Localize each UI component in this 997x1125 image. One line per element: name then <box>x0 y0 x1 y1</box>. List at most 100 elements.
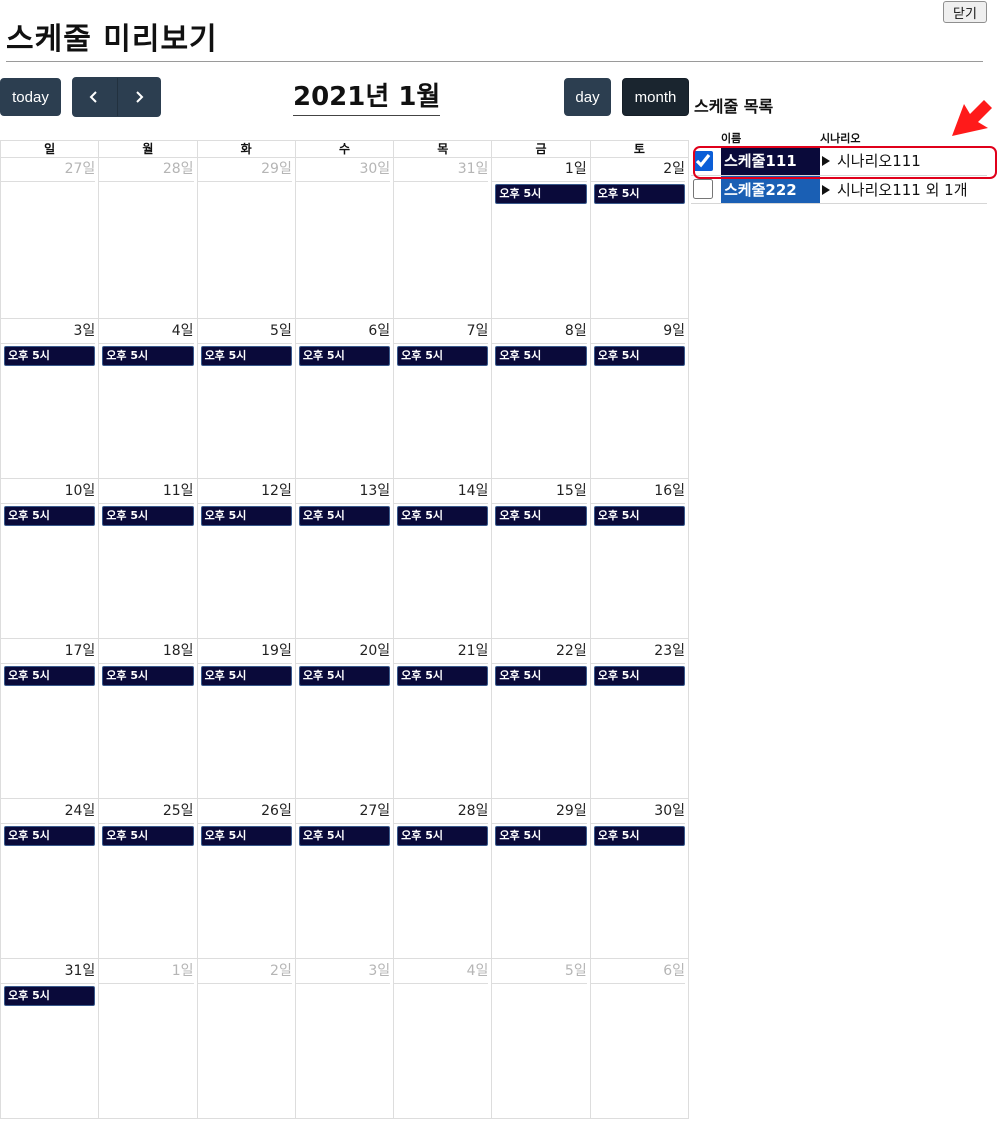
calendar-day-cell[interactable]: 23일 오후 5시 <box>590 639 689 799</box>
calendar-day-cell[interactable]: 16일 오후 5시 <box>590 479 689 639</box>
calendar-day-cell[interactable]: 31일 오후 5시 <box>1 959 100 1119</box>
calendar-event[interactable]: 오후 5시 <box>200 506 292 526</box>
calendar-event[interactable]: 오후 5시 <box>495 184 587 204</box>
prev-button[interactable] <box>72 77 117 117</box>
calendar-day-cell[interactable]: 1일 <box>99 959 198 1119</box>
calendar-day-cell[interactable]: 10일 오후 5시 <box>1 479 100 639</box>
day-number[interactable]: 9일 <box>590 320 685 344</box>
calendar-day-cell[interactable]: 6일 <box>590 959 689 1119</box>
calendar-day-cell[interactable]: 30일 <box>295 157 395 319</box>
day-number[interactable]: 29일 <box>197 158 292 182</box>
schedule-name[interactable]: 스케줄111 <box>721 147 820 176</box>
calendar-day-cell[interactable]: 25일 오후 5시 <box>99 799 198 959</box>
calendar-event[interactable]: 오후 5시 <box>397 346 489 366</box>
scenario-cell[interactable]: 시나리오111 외 1개 <box>820 175 987 204</box>
day-number[interactable]: 22일 <box>492 640 587 664</box>
expand-triangle-icon[interactable] <box>822 156 830 167</box>
day-number[interactable]: 28일 <box>394 800 489 824</box>
calendar-event[interactable]: 오후 5시 <box>200 346 292 366</box>
calendar-event[interactable]: 오후 5시 <box>4 986 96 1006</box>
day-number[interactable]: 15일 <box>492 480 587 504</box>
calendar-day-cell[interactable]: 8일 오후 5시 <box>492 319 591 479</box>
calendar-event[interactable]: 오후 5시 <box>593 506 685 526</box>
day-number[interactable]: 6일 <box>590 960 685 984</box>
calendar-event[interactable]: 오후 5시 <box>298 506 391 526</box>
calendar-day-cell[interactable]: 18일 오후 5시 <box>99 639 198 799</box>
calendar-event[interactable]: 오후 5시 <box>298 666 391 686</box>
calendar-event[interactable]: 오후 5시 <box>102 506 194 526</box>
day-number[interactable]: 2일 <box>590 158 685 182</box>
calendar-day-cell[interactable]: 21일 오후 5시 <box>394 639 493 799</box>
calendar-day-cell[interactable]: 4일 <box>394 959 493 1119</box>
day-number[interactable]: 4일 <box>394 960 489 984</box>
calendar-event[interactable]: 오후 5시 <box>298 826 391 846</box>
day-number[interactable]: 24일 <box>1 800 96 824</box>
calendar-day-cell[interactable]: 2일 오후 5시 <box>590 157 689 319</box>
calendar-day-cell[interactable]: 24일 오후 5시 <box>1 799 100 959</box>
calendar-day-cell[interactable]: 20일 오후 5시 <box>295 639 395 799</box>
day-number[interactable]: 31일 <box>394 158 489 182</box>
calendar-event[interactable]: 오후 5시 <box>495 826 587 846</box>
calendar-day-cell[interactable]: 30일 오후 5시 <box>590 799 689 959</box>
day-number[interactable]: 5일 <box>197 320 292 344</box>
table-row[interactable]: 스케줄222 시나리오111 외 1개 <box>691 175 987 204</box>
calendar-day-cell[interactable]: 22일 오후 5시 <box>492 639 591 799</box>
calendar-day-cell[interactable]: 26일 오후 5시 <box>197 799 296 959</box>
calendar-event[interactable]: 오후 5시 <box>200 666 292 686</box>
day-view-button[interactable]: day <box>564 78 611 116</box>
calendar-day-cell[interactable]: 3일 <box>295 959 395 1119</box>
day-number[interactable]: 3일 <box>1 320 96 344</box>
day-number[interactable]: 18일 <box>99 640 194 664</box>
calendar-day-cell[interactable]: 4일 오후 5시 <box>99 319 198 479</box>
calendar-day-cell[interactable]: 19일 오후 5시 <box>197 639 296 799</box>
calendar-event[interactable]: 오후 5시 <box>4 506 96 526</box>
calendar-day-cell[interactable]: 1일 오후 5시 <box>492 157 591 319</box>
calendar-event[interactable]: 오후 5시 <box>593 666 685 686</box>
calendar-day-cell[interactable]: 5일 <box>492 959 591 1119</box>
month-view-button[interactable]: month <box>622 78 689 116</box>
calendar-event[interactable]: 오후 5시 <box>593 184 685 204</box>
calendar-day-cell[interactable]: 11일 오후 5시 <box>99 479 198 639</box>
day-number[interactable]: 7일 <box>394 320 489 344</box>
day-number[interactable]: 29일 <box>492 800 587 824</box>
calendar-day-cell[interactable]: 27일 <box>1 157 100 319</box>
calendar-day-cell[interactable]: 17일 오후 5시 <box>1 639 100 799</box>
calendar-day-cell[interactable]: 28일 오후 5시 <box>394 799 493 959</box>
day-number[interactable]: 26일 <box>197 800 292 824</box>
day-number[interactable]: 1일 <box>99 960 194 984</box>
calendar-event[interactable]: 오후 5시 <box>4 666 96 686</box>
calendar-event[interactable]: 오후 5시 <box>397 506 489 526</box>
day-number[interactable]: 30일 <box>295 158 391 182</box>
calendar-day-cell[interactable]: 6일 오후 5시 <box>295 319 395 479</box>
day-number[interactable]: 13일 <box>295 480 391 504</box>
schedule-checkbox[interactable] <box>693 151 713 171</box>
calendar-event[interactable]: 오후 5시 <box>495 346 587 366</box>
day-number[interactable]: 14일 <box>394 480 489 504</box>
calendar-day-cell[interactable]: 12일 오후 5시 <box>197 479 296 639</box>
table-row[interactable]: 스케줄111 시나리오111 <box>691 147 987 176</box>
schedule-checkbox[interactable] <box>693 179 713 200</box>
calendar-event[interactable]: 오후 5시 <box>200 826 292 846</box>
expand-triangle-icon[interactable] <box>822 184 830 195</box>
today-button[interactable]: today <box>0 78 61 116</box>
day-number[interactable]: 10일 <box>1 480 96 504</box>
day-number[interactable]: 23일 <box>590 640 685 664</box>
scenario-cell[interactable]: 시나리오111 <box>820 147 987 176</box>
calendar-day-cell[interactable]: 5일 오후 5시 <box>197 319 296 479</box>
day-number[interactable]: 21일 <box>394 640 489 664</box>
calendar-day-cell[interactable]: 28일 <box>99 157 198 319</box>
calendar-event[interactable]: 오후 5시 <box>495 666 587 686</box>
calendar-day-cell[interactable]: 7일 오후 5시 <box>394 319 493 479</box>
day-number[interactable]: 30일 <box>590 800 685 824</box>
calendar-event[interactable]: 오후 5시 <box>593 826 685 846</box>
day-number[interactable]: 3일 <box>295 960 391 984</box>
calendar-event[interactable]: 오후 5시 <box>397 826 489 846</box>
day-number[interactable]: 16일 <box>590 480 685 504</box>
calendar-event[interactable]: 오후 5시 <box>593 346 685 366</box>
day-number[interactable]: 19일 <box>197 640 292 664</box>
calendar-day-cell[interactable]: 29일 오후 5시 <box>492 799 591 959</box>
day-number[interactable]: 27일 <box>295 800 391 824</box>
day-number[interactable]: 2일 <box>197 960 292 984</box>
calendar-day-cell[interactable]: 29일 <box>197 157 296 319</box>
calendar-event[interactable]: 오후 5시 <box>102 826 194 846</box>
